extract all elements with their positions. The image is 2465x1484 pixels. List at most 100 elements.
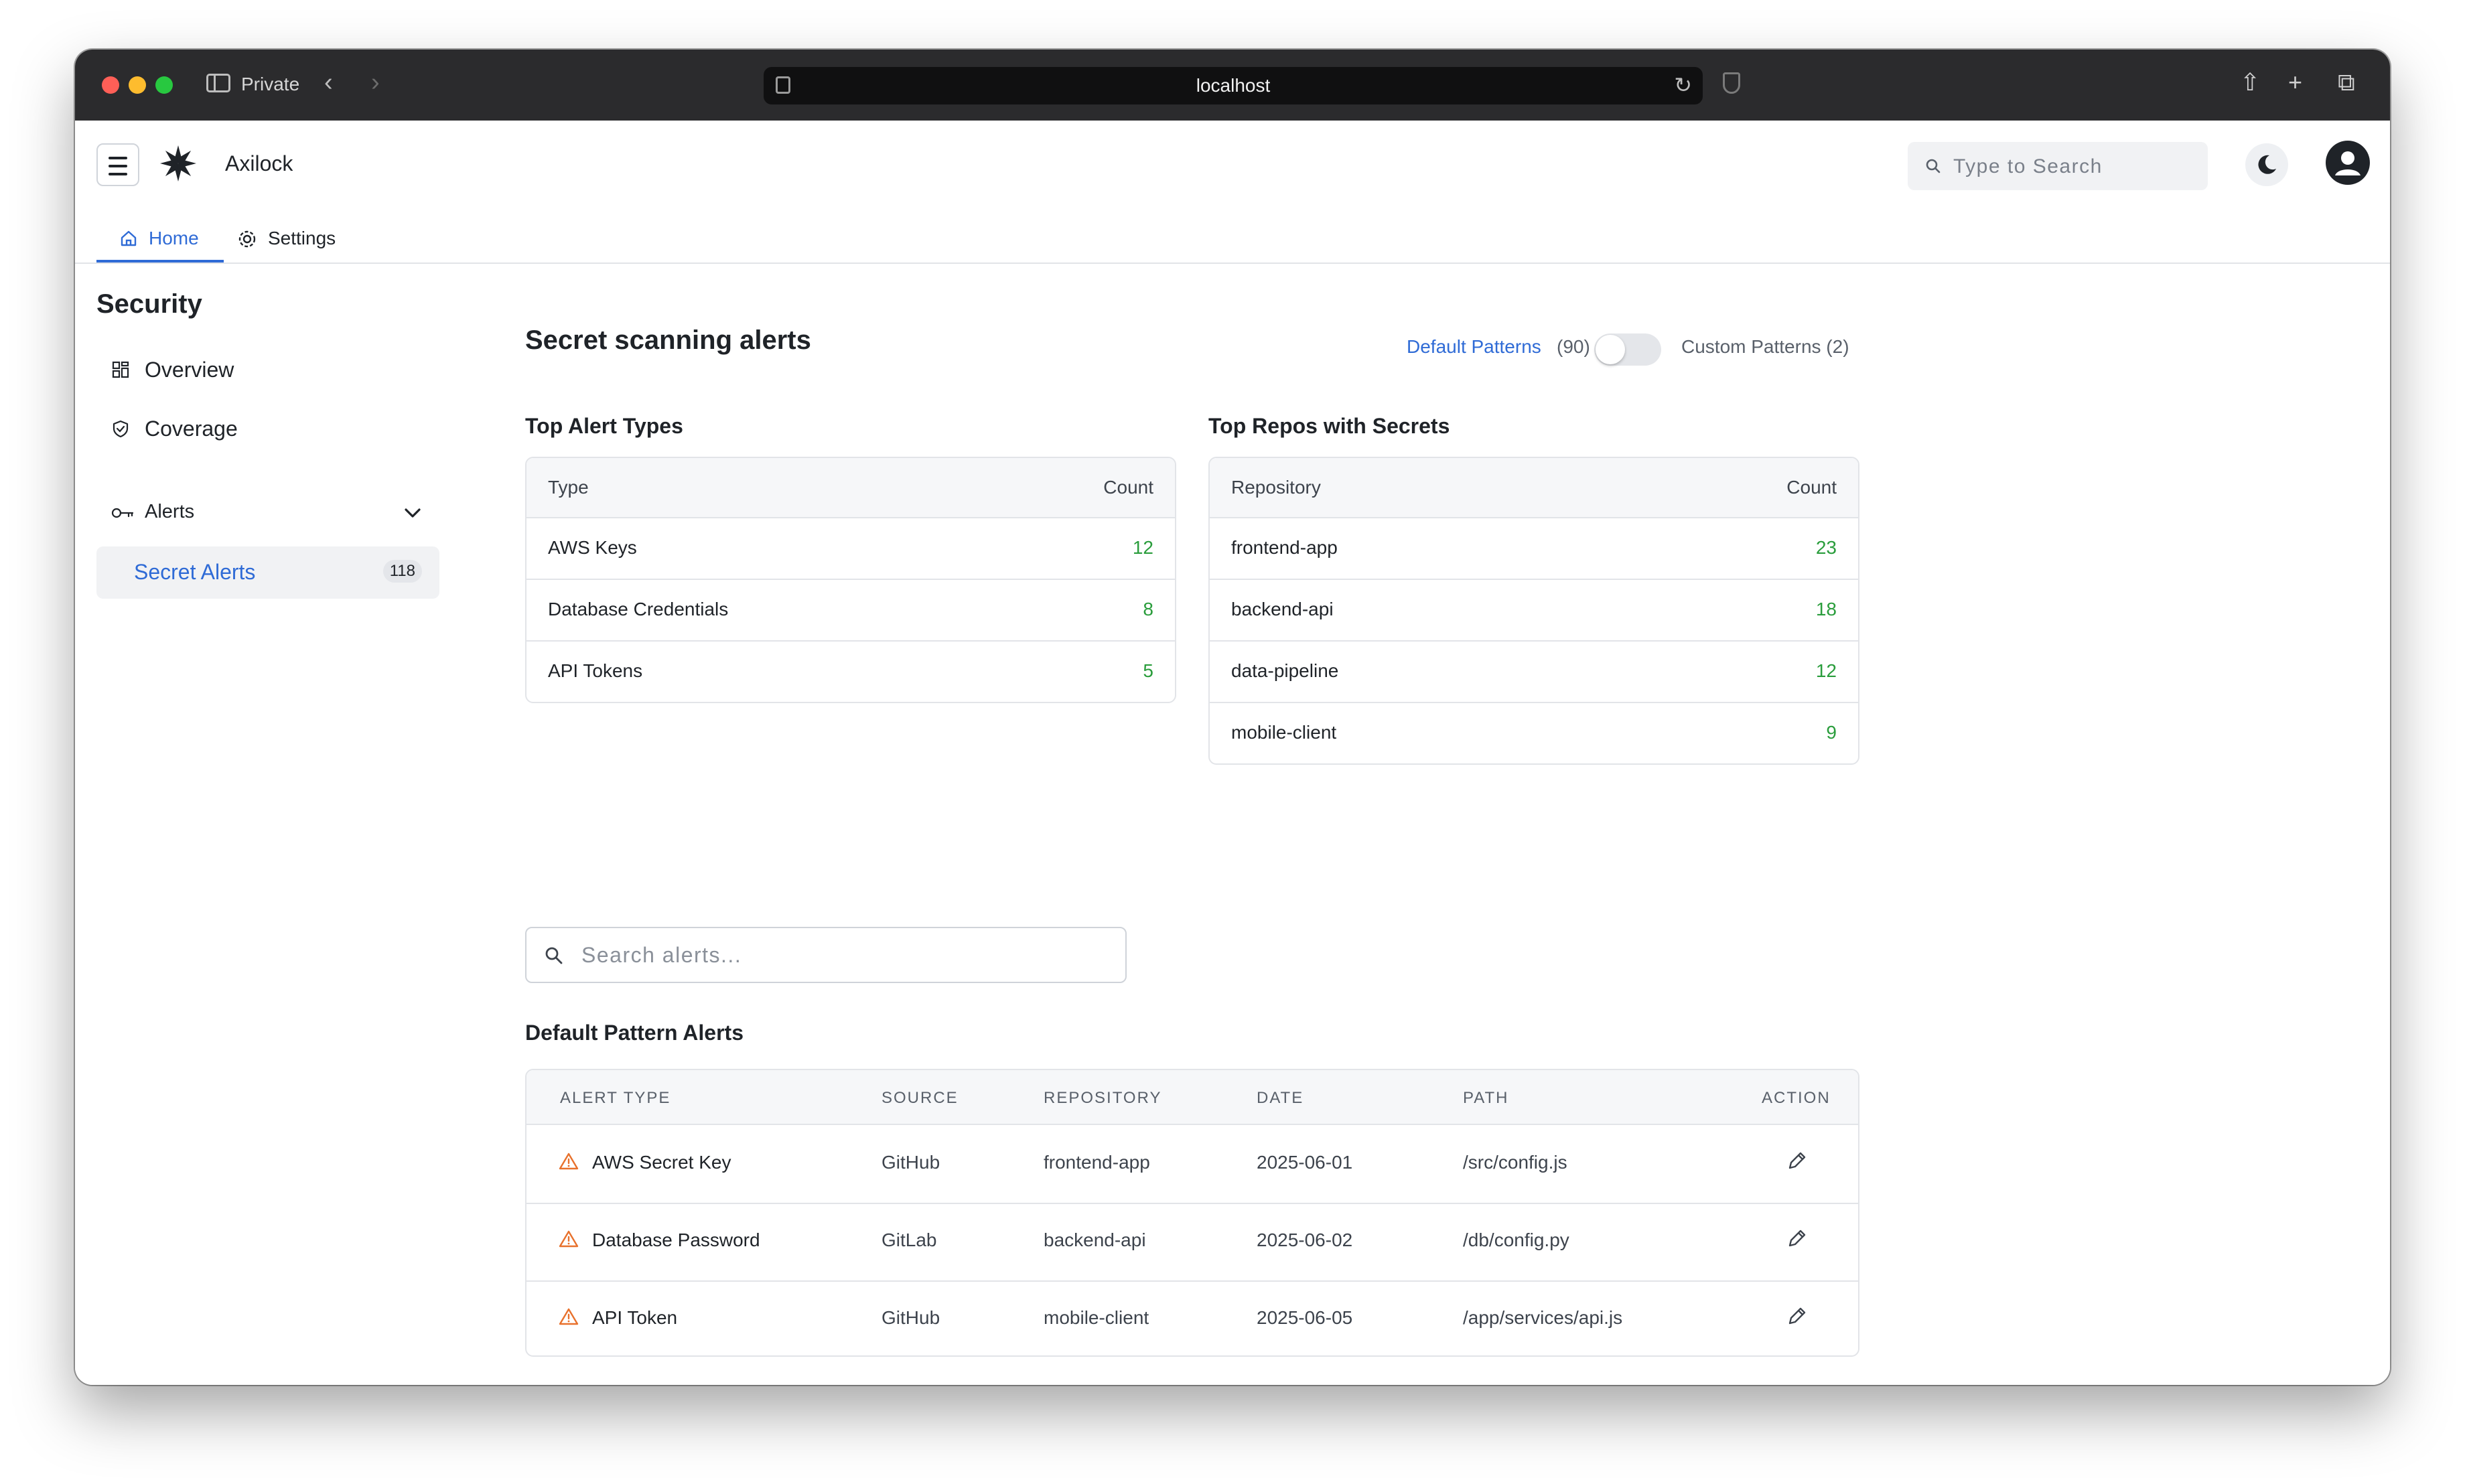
sidebar-item-label: Secret Alerts <box>134 560 256 584</box>
table-header: ALERT TYPE SOURCE REPOSITORY DATE PATH A… <box>526 1070 1858 1125</box>
pattern-switch[interactable] <box>1594 333 1661 366</box>
column-header-repository: REPOSITORY <box>1044 1089 1162 1107</box>
custom-patterns-label[interactable]: Custom Patterns (2) <box>1681 336 1849 358</box>
sidebar-item-label: Alerts <box>145 501 195 522</box>
table-row[interactable]: Database Password GitLab backend-api 202… <box>526 1203 1858 1282</box>
column-header-action: ACTION <box>1762 1089 1831 1107</box>
table-row[interactable]: data-pipeline 12 <box>1210 640 1858 702</box>
alert-repository: mobile-client <box>1044 1307 1149 1328</box>
repo-name: mobile-client <box>1231 722 1337 743</box>
home-icon <box>121 230 137 246</box>
table-row[interactable]: API Token GitHub mobile-client 2025-06-0… <box>526 1280 1858 1355</box>
alert-date: 2025-06-02 <box>1257 1230 1353 1250</box>
alert-source: GitHub <box>882 1307 940 1328</box>
top-alert-types-table: Type Count AWS Keys 12 Database Credenti… <box>525 457 1176 703</box>
alert-type-name: API Tokens <box>548 660 643 681</box>
alert-type: API Token <box>592 1307 678 1328</box>
sidebar-item-coverage[interactable]: Coverage <box>96 404 439 453</box>
table-row[interactable]: frontend-app 23 <box>1210 517 1858 579</box>
address-bar[interactable]: localhost ↻ <box>764 67 1703 104</box>
page-title: Secret scanning alerts <box>525 325 811 355</box>
sidebar-item-secret-alerts[interactable]: Secret Alerts 118 <box>96 546 439 599</box>
edit-icon[interactable] <box>1786 1227 1809 1250</box>
table-header: Type Count <box>526 458 1175 517</box>
alert-type-count: 12 <box>1132 537 1153 558</box>
table-row[interactable]: Database Credentials 8 <box>526 579 1175 640</box>
forward-icon[interactable]: › <box>371 68 380 97</box>
alert-repository: frontend-app <box>1044 1152 1150 1173</box>
private-label: Private <box>241 74 300 94</box>
table-row[interactable]: backend-api 18 <box>1210 579 1858 640</box>
minimize-window-button[interactable] <box>129 76 146 94</box>
column-header-repository: Repository <box>1231 477 1321 498</box>
sidebar-item-label: Coverage <box>145 417 238 441</box>
table-header: Repository Count <box>1210 458 1858 517</box>
table-row[interactable]: API Tokens 5 <box>526 640 1175 702</box>
search-icon <box>1926 159 1941 173</box>
chevron-down-icon[interactable] <box>402 502 423 524</box>
column-header-type: Type <box>548 477 589 498</box>
theme-toggle-button[interactable] <box>2245 143 2288 186</box>
warning-icon <box>559 1308 579 1325</box>
app-root: Axilock Type to Search Home Settings Sec… <box>75 121 2390 1385</box>
tab-home[interactable]: Home <box>96 216 224 263</box>
sidebar-toggle-icon[interactable] <box>206 74 230 92</box>
top-repos-title: Top Repos with Secrets <box>1208 414 1450 438</box>
pattern-toggle: Default Patterns (90) Custom Patterns (2… <box>1407 333 1876 366</box>
alert-source: GitHub <box>882 1152 940 1173</box>
app-header: Axilock Type to Search Home Settings <box>75 121 2390 264</box>
column-header-alert-type: ALERT TYPE <box>560 1089 671 1107</box>
user-avatar[interactable] <box>2326 141 2370 185</box>
zoom-window-button[interactable] <box>155 76 173 94</box>
column-header-path: PATH <box>1463 1089 1509 1107</box>
new-tab-icon[interactable]: + <box>2288 68 2302 96</box>
top-alert-types-title: Top Alert Types <box>525 414 683 438</box>
alert-type-count: 8 <box>1143 599 1153 619</box>
url-text: localhost <box>1196 75 1271 96</box>
repo-count: 9 <box>1826 722 1837 743</box>
alert-type: AWS Secret Key <box>592 1152 731 1173</box>
alert-repository: backend-api <box>1044 1230 1146 1250</box>
repo-count: 23 <box>1815 537 1837 558</box>
tab-home-label: Home <box>149 228 199 248</box>
column-header-count: Count <box>1786 477 1837 498</box>
sidebar-title: Security <box>96 289 202 319</box>
browser-window: Private ‹ › localhost ↻ ⇧ + ⧉ Axilock Ty… <box>75 50 2390 1385</box>
gear-icon <box>238 230 256 248</box>
repo-name: frontend-app <box>1231 537 1338 558</box>
default-patterns-link[interactable]: Default Patterns <box>1407 336 1541 358</box>
sidebar-item-overview[interactable]: Overview <box>96 346 439 394</box>
alert-type-count: 5 <box>1143 660 1153 681</box>
alert-date: 2025-06-01 <box>1257 1152 1353 1173</box>
app-name: Axilock <box>225 151 293 175</box>
menu-button[interactable] <box>96 143 139 186</box>
moon-icon <box>2258 155 2276 174</box>
reload-icon[interactable]: ↻ <box>1674 72 1692 98</box>
warning-icon <box>559 1153 579 1170</box>
search-alerts-input[interactable]: Search alerts... <box>525 927 1127 983</box>
repo-name: data-pipeline <box>1231 660 1339 681</box>
default-patterns-count: (90) <box>1557 336 1590 357</box>
edit-icon[interactable] <box>1786 1149 1809 1172</box>
alert-path: /db/config.py <box>1463 1230 1569 1250</box>
tab-settings[interactable]: Settings <box>237 216 364 263</box>
alert-path: /app/services/api.js <box>1463 1307 1623 1328</box>
back-icon[interactable]: ‹ <box>324 68 333 97</box>
edit-icon[interactable] <box>1786 1305 1809 1327</box>
tab-overview-icon[interactable]: ⧉ <box>2338 68 2355 97</box>
table-row[interactable]: AWS Secret Key GitHub frontend-app 2025-… <box>526 1125 1858 1204</box>
sidebar-item-alerts[interactable]: Alerts <box>96 489 439 537</box>
alert-path: /src/config.js <box>1463 1152 1567 1173</box>
privacy-shield-icon[interactable] <box>1723 72 1740 94</box>
global-search-input[interactable]: Type to Search <box>1908 142 2208 190</box>
key-icon <box>111 508 134 518</box>
repo-count: 12 <box>1815 660 1837 681</box>
warning-icon <box>559 1230 579 1248</box>
alert-type: Database Password <box>592 1230 760 1250</box>
close-window-button[interactable] <box>102 76 119 94</box>
alerts-table: ALERT TYPE SOURCE REPOSITORY DATE PATH A… <box>525 1069 1859 1357</box>
share-icon[interactable]: ⇧ <box>2240 68 2260 96</box>
alerts-count-badge: 118 <box>382 560 422 583</box>
table-row[interactable]: mobile-client 9 <box>1210 702 1858 763</box>
table-row[interactable]: AWS Keys 12 <box>526 517 1175 579</box>
